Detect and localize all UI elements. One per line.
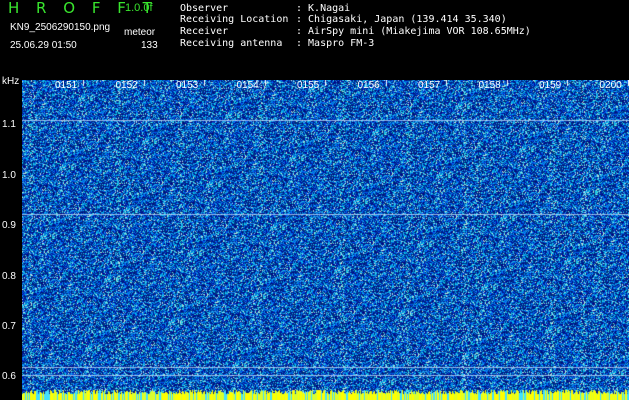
- info-label-antenna: Receiving antenna: [180, 38, 283, 49]
- x-tick-label: 0153: [176, 80, 199, 91]
- y-tick-label: 0.9: [2, 220, 16, 232]
- event-count: 133: [141, 40, 158, 51]
- info-value-location: : Chigasaki, Japan (139.414 35.340): [296, 14, 507, 25]
- info-value-observer: : K.Nagai: [296, 3, 351, 14]
- header: H R O F F T 1.0.0f KN9_2506290150.png me…: [0, 0, 629, 76]
- y-tick-label: 0.8: [2, 270, 16, 282]
- spectrogram: [22, 80, 629, 400]
- x-tick-label: 0156: [357, 80, 380, 91]
- y-axis-label: kHz: [2, 76, 20, 87]
- x-tick-label: 0158: [478, 80, 501, 91]
- y-tick-label: 0.7: [2, 320, 16, 332]
- app-version: 1.0.0f: [125, 2, 153, 14]
- x-tick-label: 0159: [539, 80, 562, 91]
- x-tick-label: 0157: [418, 80, 441, 91]
- x-tick-label: 0154: [236, 80, 259, 91]
- info-value-receiver: : AirSpy mini (Miakejima VOR 108.65MHz): [296, 26, 531, 37]
- x-tick-label: 0200: [599, 80, 622, 91]
- x-tick-label: 0155: [297, 80, 320, 91]
- info-label-location: Receiving Location: [180, 14, 289, 25]
- y-tick-label: 1.1: [2, 119, 16, 131]
- x-tick-label: 0151: [55, 80, 78, 91]
- info-label-observer: Observer: [180, 3, 229, 14]
- info-label-receiver: Receiver: [180, 26, 229, 37]
- x-tick-label: 0152: [115, 80, 138, 91]
- info-value-antenna: : Maspro FM-3: [296, 38, 375, 49]
- file-name: KN9_2506290150.png: [10, 22, 111, 33]
- timestamp: 25.06.29 01:50: [10, 40, 77, 51]
- mode-label: meteor: [124, 27, 156, 38]
- y-tick-label: 0.6: [2, 371, 16, 383]
- y-tick-label: 1.0: [2, 169, 16, 181]
